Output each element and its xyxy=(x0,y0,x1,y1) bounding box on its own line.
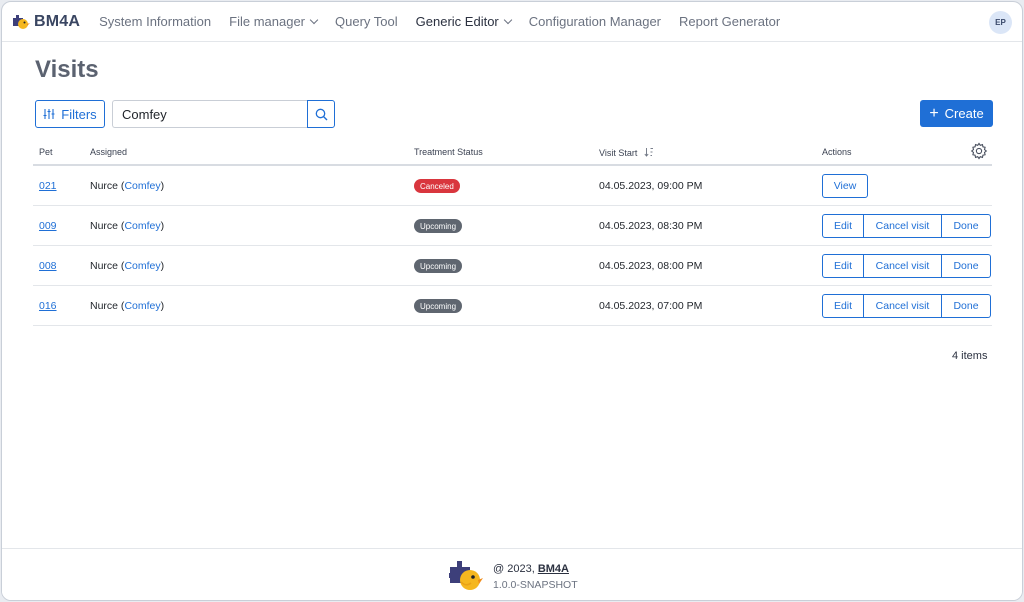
table-body: 021 Nurce (Comfey) Canceled 04.05.2023, … xyxy=(33,166,992,326)
cancel-visit-button[interactable]: Cancel visit xyxy=(864,214,942,238)
assigned-cell: Nurce (Comfey) xyxy=(90,300,164,312)
filters-button[interactable]: Filters xyxy=(35,100,105,128)
column-header-actions: Actions xyxy=(822,147,852,157)
nav-item-label: Generic Editor xyxy=(415,14,499,29)
chevron-down-icon xyxy=(309,15,319,24)
copyright-text: @ 2023, xyxy=(493,563,538,575)
visit-start: 04.05.2023, 09:00 PM xyxy=(599,180,703,192)
row-actions: Edit Cancel visit Done xyxy=(822,294,991,318)
assigned-cell: Nurce (Comfey) xyxy=(90,220,164,232)
status-badge: Upcoming xyxy=(414,259,463,273)
nav-item-file-manager[interactable]: File manager xyxy=(220,14,326,29)
edit-button[interactable]: Edit xyxy=(822,254,864,278)
assigned-role: Nurce ( xyxy=(90,180,125,192)
nav-item-label: File manager xyxy=(229,14,306,29)
pet-link[interactable]: 016 xyxy=(39,300,57,312)
visit-start: 04.05.2023, 08:00 PM xyxy=(599,260,703,272)
status-badge: Canceled xyxy=(414,179,460,193)
nav-item-report-generator[interactable]: Report Generator xyxy=(670,14,789,29)
chevron-down-icon xyxy=(503,15,512,24)
column-header-pet: Pet xyxy=(39,147,53,157)
table-row: 009 Nurce (Comfey) Upcoming 04.05.2023, … xyxy=(33,206,992,246)
table-row: 016 Nurce (Comfey) Upcoming 04.05.2023, … xyxy=(33,286,992,326)
assigned-close: ) xyxy=(160,220,165,232)
row-actions: Edit Cancel visit Done xyxy=(822,214,991,238)
bm4a-logo-icon xyxy=(13,14,30,29)
top-navigation-bar: BM4A System Information File manager Query… xyxy=(2,2,1022,42)
column-header-assigned: Assigned xyxy=(90,147,128,157)
nav-item-query-tool[interactable]: Query Tool xyxy=(326,14,407,29)
edit-button[interactable]: Edit xyxy=(822,214,864,238)
nav-item-label: Configuration Manager xyxy=(528,14,661,29)
search-icon xyxy=(315,108,327,120)
pet-link[interactable]: 021 xyxy=(39,180,57,192)
assigned-close: ) xyxy=(160,300,165,312)
row-actions: Edit Cancel visit Done xyxy=(822,254,991,278)
app-name: BM4A xyxy=(34,12,81,30)
visit-start: 04.05.2023, 07:00 PM xyxy=(599,300,703,312)
nav-item-system-information[interactable]: System Information xyxy=(90,14,220,29)
table-row: 021 Nurce (Comfey) Canceled 04.05.2023, … xyxy=(33,166,992,206)
gear-icon[interactable] xyxy=(970,142,988,160)
assigned-role: Nurce ( xyxy=(90,300,125,312)
cancel-visit-button[interactable]: Cancel visit xyxy=(864,294,942,318)
app-logo[interactable]: BM4A xyxy=(12,13,80,31)
status-badge: Upcoming xyxy=(414,219,463,233)
plus-icon: + xyxy=(929,104,939,122)
search-button[interactable] xyxy=(307,100,335,128)
pet-link[interactable]: 009 xyxy=(39,220,57,232)
nav-item-label: Query Tool xyxy=(335,14,398,29)
assigned-link[interactable]: Comfey xyxy=(124,260,160,272)
create-button[interactable]: + Create xyxy=(920,100,993,127)
footer-copyright: @ 2023, BM4A xyxy=(493,563,569,575)
assigned-cell: Nurce (Comfey) xyxy=(90,180,164,192)
done-button[interactable]: Done xyxy=(942,294,991,318)
footer-version: 1.0.0-SNAPSHOT xyxy=(493,579,578,591)
visits-table: Pet Assigned Treatment Status Visit Star… xyxy=(33,138,992,326)
table-row: 008 Nurce (Comfey) Upcoming 04.05.2023, … xyxy=(33,246,992,286)
pet-link[interactable]: 008 xyxy=(39,260,57,272)
assigned-link[interactable]: Comfey xyxy=(124,300,160,312)
column-header-treatment-status: Treatment Status xyxy=(414,147,483,157)
visit-start: 04.05.2023, 08:30 PM xyxy=(599,220,703,232)
sort-icon[interactable] xyxy=(644,147,654,157)
bm4a-footer-logo-icon xyxy=(449,561,483,590)
assigned-link[interactable]: Comfey xyxy=(124,180,160,192)
nav-item-generic-editor[interactable]: Generic Editor xyxy=(407,14,520,29)
app-window: BM4A System Information File manager Query… xyxy=(1,1,1023,601)
edit-button[interactable]: Edit xyxy=(822,294,864,318)
sliders-icon xyxy=(43,108,55,120)
status-badge: Upcoming xyxy=(414,299,463,313)
page-title: Visits xyxy=(35,56,99,83)
main-menu: System Information File manager Query Tool… xyxy=(90,14,789,29)
assigned-link[interactable]: Comfey xyxy=(124,220,160,232)
assigned-close: ) xyxy=(160,260,165,272)
footer: @ 2023, BM4A 1.0.0-SNAPSHOT xyxy=(2,548,1022,600)
done-button[interactable]: Done xyxy=(942,254,991,278)
cancel-visit-button[interactable]: Cancel visit xyxy=(864,254,942,278)
column-header-visit-start-label: Visit Start xyxy=(599,148,638,158)
assigned-cell: Nurce (Comfey) xyxy=(90,260,164,272)
table-header: Pet Assigned Treatment Status Visit Star… xyxy=(33,138,992,166)
assigned-role: Nurce ( xyxy=(90,260,125,272)
filters-label: Filters xyxy=(61,106,97,122)
assigned-role: Nurce ( xyxy=(90,220,125,232)
copyright-link[interactable]: BM4A xyxy=(538,563,569,575)
view-button[interactable]: View xyxy=(822,174,868,198)
row-actions: View xyxy=(822,174,868,198)
user-avatar[interactable]: EP xyxy=(989,11,1012,34)
items-count: 4 items xyxy=(952,350,988,362)
nav-item-label: System Information xyxy=(99,14,212,29)
search-input[interactable] xyxy=(112,100,308,128)
create-label: Create xyxy=(944,106,984,121)
assigned-close: ) xyxy=(160,180,165,192)
nav-item-configuration-manager[interactable]: Configuration Manager xyxy=(520,14,670,29)
done-button[interactable]: Done xyxy=(942,214,991,238)
column-header-visit-start[interactable]: Visit Start xyxy=(599,147,654,158)
nav-item-label: Report Generator xyxy=(679,14,781,29)
